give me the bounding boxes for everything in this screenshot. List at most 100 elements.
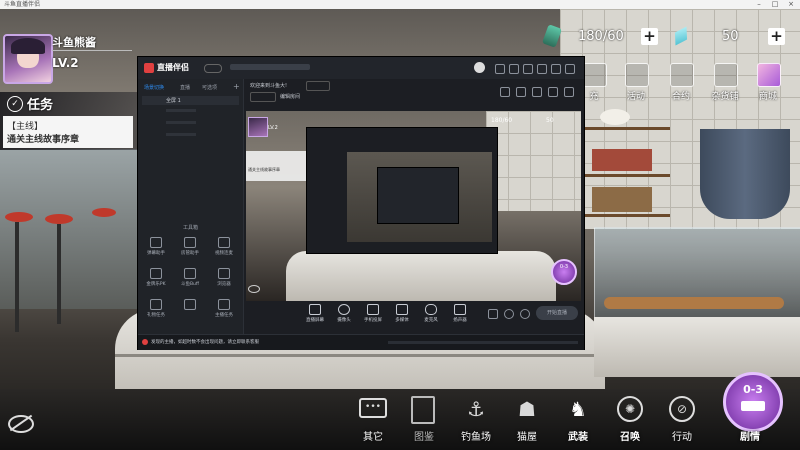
book-icon xyxy=(411,396,435,424)
speaker-icon xyxy=(454,304,466,315)
start-live-button[interactable]: 开始直播 xyxy=(536,306,578,320)
bell-icon[interactable] xyxy=(548,87,558,97)
room-title-button[interactable] xyxy=(250,92,276,102)
bottom-menu-label: 猫屋 xyxy=(517,432,537,443)
stool xyxy=(45,214,73,224)
pastries xyxy=(604,297,784,309)
nested-preview-inner xyxy=(377,167,459,224)
scene-row[interactable]: 全屏 1 xyxy=(142,96,239,105)
hide-ui-slash xyxy=(9,414,33,432)
control-camera[interactable]: 摄像头 xyxy=(331,304,357,323)
buff-icon xyxy=(184,268,196,279)
summon-icon: ✺ xyxy=(617,396,643,422)
record-icon[interactable] xyxy=(488,309,498,319)
timer-icon[interactable] xyxy=(504,309,514,319)
quest-card[interactable]: 【主线】 通关主线故事序章 xyxy=(3,116,133,148)
tool-label: 视频连麦 xyxy=(215,251,233,256)
close-icon[interactable]: × xyxy=(784,0,798,9)
nested-preview xyxy=(347,152,492,242)
tool-unknown[interactable] xyxy=(178,299,202,312)
lock-icon[interactable] xyxy=(516,87,526,97)
bottom-menu-label: 召唤 xyxy=(620,432,640,443)
share-icon[interactable] xyxy=(564,87,574,97)
browser-icon xyxy=(218,268,230,279)
top-menu-label: 合约 xyxy=(671,92,690,102)
tool-danmu[interactable]: 弹幕助手 xyxy=(144,237,168,256)
stool-leg xyxy=(57,224,61,324)
gift-icon[interactable] xyxy=(495,64,505,74)
scene-item-placeholder[interactable] xyxy=(166,121,196,124)
close-icon[interactable] xyxy=(565,64,575,74)
counter-line xyxy=(115,354,605,357)
add-crystal-button[interactable]: + xyxy=(768,28,785,45)
app-logo-icon xyxy=(144,63,154,73)
app-header: 直播伴侣 xyxy=(138,57,584,79)
add-scene-icon[interactable]: + xyxy=(233,82,240,91)
story-button[interactable]: 0-3 xyxy=(723,372,783,432)
screenshot-icon[interactable] xyxy=(532,87,542,97)
story-icon xyxy=(741,401,765,411)
shirt-icon[interactable] xyxy=(523,64,533,74)
add-stamina-button[interactable]: + xyxy=(641,28,658,45)
control-speaker[interactable]: 扬声器 xyxy=(447,304,473,323)
scene-item-placeholder[interactable] xyxy=(166,109,196,112)
record-icon[interactable] xyxy=(500,87,510,97)
tab-options[interactable]: 可选项 xyxy=(202,84,217,91)
settings-icon[interactable] xyxy=(520,309,530,319)
app-sidebar: 场景切换 直播 可选项 + 全屏 1 工具箱 弹幕助手 房管助手 视频连麦 金牌… xyxy=(138,79,244,334)
mail-icon[interactable] xyxy=(509,64,519,74)
welcome-text: 欢迎来到斗鱼大! xyxy=(250,83,288,89)
menu-icon[interactable] xyxy=(537,64,547,74)
stamina-value: 180/60 xyxy=(578,29,624,44)
flag-icon xyxy=(625,63,649,87)
minimize-icon[interactable]: – xyxy=(752,0,766,9)
maximize-icon[interactable]: □ xyxy=(768,0,782,9)
avatar[interactable] xyxy=(3,34,53,84)
streamer-app-window[interactable]: 直播伴侣 场景切换 直播 可选项 + 全屏 1 工具箱 弹幕助手 房管助手 视频… xyxy=(138,57,584,350)
fishing-icon: ⚓ xyxy=(467,397,485,421)
hide-ui-icon[interactable] xyxy=(8,414,34,433)
tab-live[interactable]: 直播 xyxy=(180,84,190,91)
tool-room-admin[interactable]: 房管助手 xyxy=(178,237,202,256)
status-metrics xyxy=(388,341,578,344)
app-logo: 直播伴侣 xyxy=(157,63,189,72)
tool-buff[interactable]: 斗鱼Buff xyxy=(178,268,202,287)
preview-toggle-icon[interactable] xyxy=(248,285,260,293)
cat-icon: ☗ xyxy=(518,397,536,421)
video-icon xyxy=(218,237,230,248)
control-screen[interactable]: 直播屏幕 xyxy=(302,304,328,323)
scene-item-placeholder[interactable] xyxy=(166,133,196,136)
quest-panel[interactable]: ✓ 任务 【主线】 通关主线故事序章 xyxy=(0,92,137,150)
bottom-menu-label: 武装 xyxy=(568,432,588,443)
player-level: LV.2 xyxy=(52,56,79,70)
minimize-icon[interactable] xyxy=(551,64,561,74)
tool-label: 金牌乐PK xyxy=(146,282,166,287)
stool-leg xyxy=(15,222,19,332)
control-media[interactable]: 多媒体 xyxy=(389,304,415,323)
shelf xyxy=(585,214,670,217)
tab-scene[interactable]: 场景切换 xyxy=(144,84,164,91)
tool-gift-task[interactable]: 礼物任务 xyxy=(144,299,168,318)
contract-icon xyxy=(670,63,694,87)
edit-room-button[interactable]: 编辑房间 xyxy=(280,93,300,100)
welcome-close-button[interactable] xyxy=(306,81,330,91)
control-label: 多媒体 xyxy=(395,318,409,323)
control-phone[interactable]: 手机投屏 xyxy=(360,304,386,323)
live-preview[interactable]: LV.2 通关主线故事序章 180/60 50 0-3 xyxy=(246,111,581,301)
control-label: 麦克风 xyxy=(424,318,438,323)
chat-icon xyxy=(150,237,162,248)
control-label: 手机投屏 xyxy=(364,318,382,323)
user-avatar[interactable] xyxy=(474,62,485,73)
tool-pk[interactable]: 金牌乐PK xyxy=(144,268,168,287)
story-label: 剧情 xyxy=(740,432,760,443)
top-menu-label: 活动 xyxy=(626,92,645,102)
tool-video-link[interactable]: 视频连麦 xyxy=(212,237,236,256)
control-mic[interactable]: 麦克风 xyxy=(418,304,444,323)
preview-story-button: 0-3 xyxy=(551,259,577,285)
tool-browser[interactable]: 浏览器 xyxy=(212,268,236,287)
camera-icon xyxy=(338,304,350,315)
window-title: 斗鱼直播伴侣 xyxy=(4,1,41,8)
tool-anchor-task[interactable]: 主播任务 xyxy=(212,299,236,318)
tool-label: 浏览器 xyxy=(217,282,231,287)
scene-name: 全屏 1 xyxy=(166,98,181,104)
